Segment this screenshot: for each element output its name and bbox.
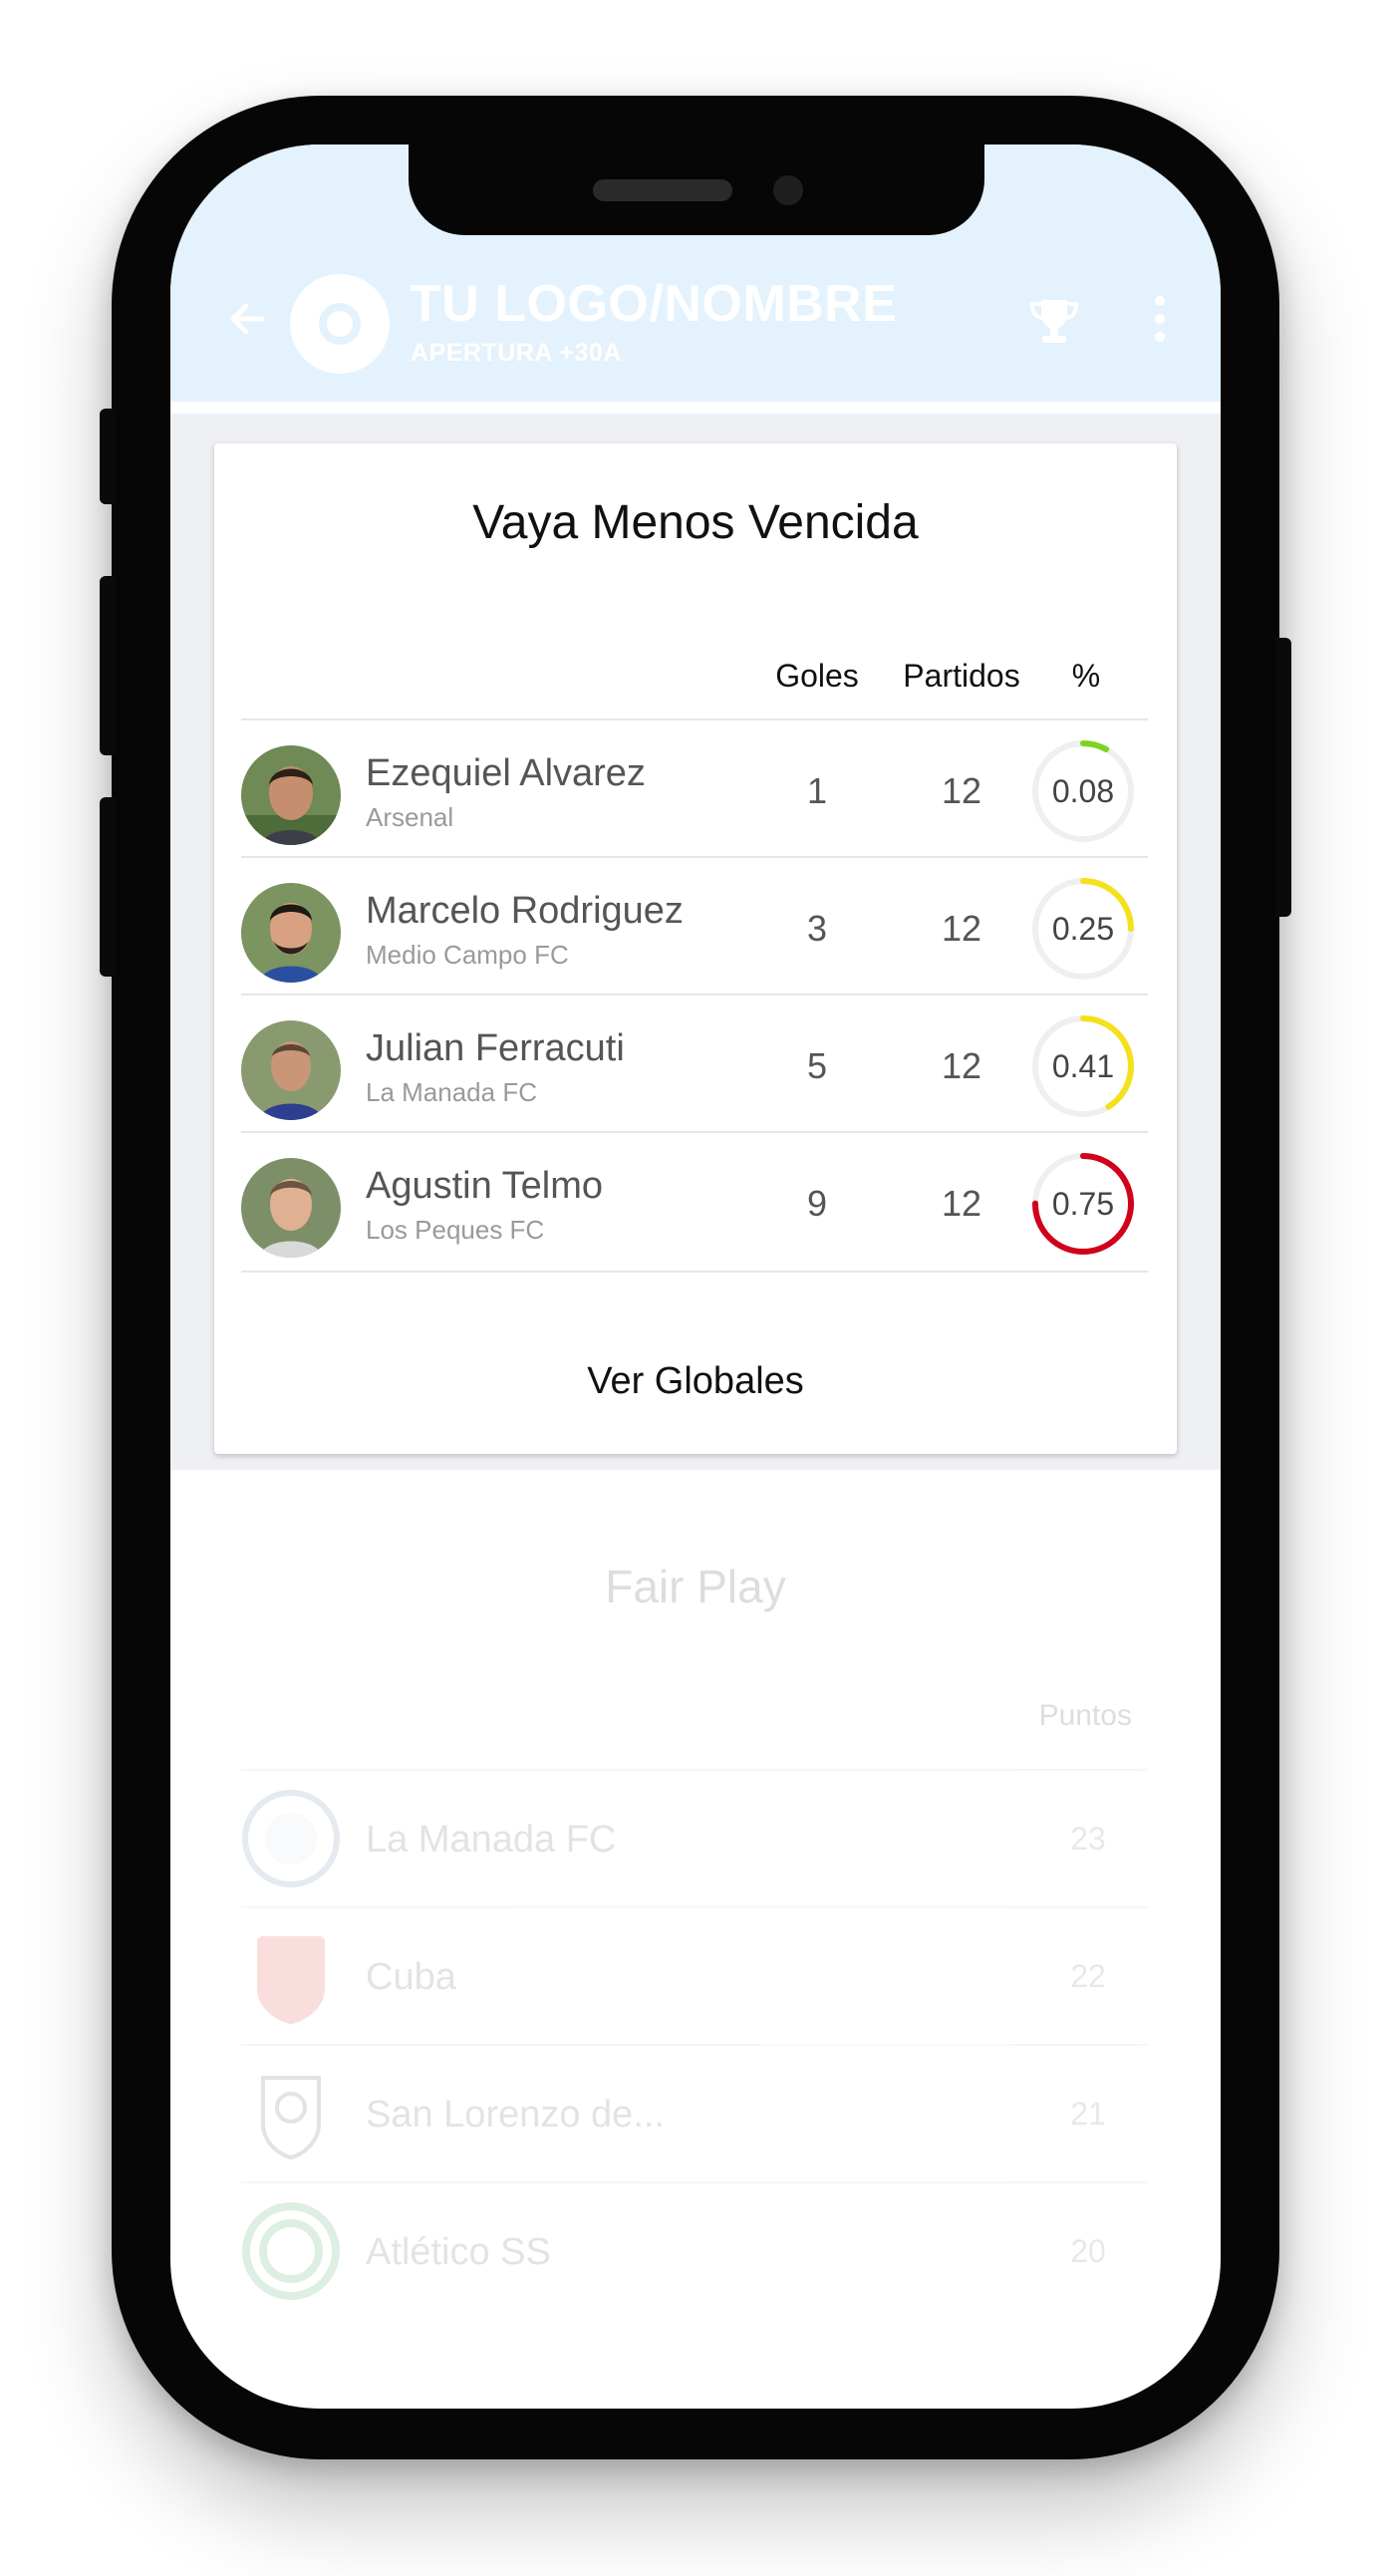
team-name: San Lorenzo de... [366,2094,665,2136]
team-points: 21 [1070,2096,1106,2132]
team-points: 20 [1070,2233,1106,2269]
team-row[interactable]: Cuba 22 [241,1906,1148,2046]
team-logo-icon [261,2076,321,2160]
player-row[interactable]: Marcelo Rodriguez Medio Campo FC 3 12 0.… [241,856,1148,996]
goalkeeper-card: Vaya Menos Vencida Goles Partidos % Ezeq… [214,443,1177,1454]
column-points: Puntos [1038,1699,1132,1732]
team-points: 22 [1070,1958,1106,1994]
team-logo-icon [257,1936,325,2025]
percent-value: 0.08 [1051,773,1115,809]
player-name: Marcelo Rodriguez [366,890,684,932]
matches-value: 12 [941,908,982,949]
app-subtitle: APERTURA +30A [411,339,622,367]
team-logo-icon [242,1790,340,1887]
player-row[interactable]: Agustin Telmo Los Peques FC 9 12 0.75 [241,1131,1148,1273]
team-name: La Manada FC [366,1819,617,1860]
goals-value: 1 [806,770,828,811]
matches-value: 12 [941,1045,982,1086]
fair-play-title: Fair Play [605,1561,786,1612]
back-arrow-icon[interactable] [222,294,272,344]
matches-value: 12 [941,1183,982,1224]
goals-value: 5 [806,1045,828,1086]
trophy-icon[interactable] [1027,294,1081,348]
goals-value: 3 [806,908,828,949]
fair-play-card: Fair Play Puntos La Manada FC 23 Cuba 22… [214,1500,1177,2397]
percent-value: 0.75 [1051,1186,1115,1222]
mute-switch [100,409,116,504]
player-name: Ezequiel Alvarez [366,752,646,794]
header-divider [170,402,1221,414]
team-row[interactable]: La Manada FC 23 [241,1769,1148,1908]
column-goals: Goles [775,658,859,694]
player-row[interactable]: Ezequiel Alvarez Arsenal 1 12 0.08 [241,718,1148,858]
volume-down-button [100,797,116,977]
team-name: Cuba [366,1956,456,1998]
player-name: Julian Ferracuti [366,1027,625,1069]
ver-globales-link[interactable]: Ver Globales [214,1360,1177,1403]
power-button [1275,638,1291,917]
more-vert-icon[interactable] [1152,296,1168,348]
avatar [241,1020,341,1120]
avatar [241,883,341,983]
phone-screen: TU LOGO/NOMBRE APERTURA +30A Vaya Menos … [170,144,1221,2409]
column-percent: % [1071,658,1101,694]
team-logo-icon [242,2202,340,2300]
team-row[interactable]: San Lorenzo de... 21 [241,2044,1148,2183]
player-team: Los Peques FC [366,1215,545,1245]
player-row[interactable]: Julian Ferracuti La Manada FC 5 12 0.41 [241,994,1148,1133]
app-title: TU LOGO/NOMBRE [410,275,898,333]
percent-value: 0.25 [1051,911,1115,947]
team-points: 23 [1070,1821,1106,1857]
percent-value: 0.41 [1051,1048,1115,1084]
goals-value: 9 [806,1183,828,1224]
card-title: Vaya Menos Vencida [472,496,919,549]
player-team: Medio Campo FC [366,940,569,970]
player-team: Arsenal [366,802,454,832]
matches-value: 12 [941,770,982,811]
avatar [241,745,341,845]
logo-icon [290,274,390,374]
player-team: La Manada FC [366,1077,537,1107]
column-matches: Partidos [903,658,1020,694]
front-camera [773,175,803,205]
avatar [241,1158,341,1258]
volume-up-button [100,576,116,755]
speaker-grille [593,179,732,201]
team-name: Atlético SS [366,2231,551,2273]
player-name: Agustin Telmo [366,1165,603,1207]
team-row[interactable]: Atlético SS 20 [241,2181,1148,2321]
